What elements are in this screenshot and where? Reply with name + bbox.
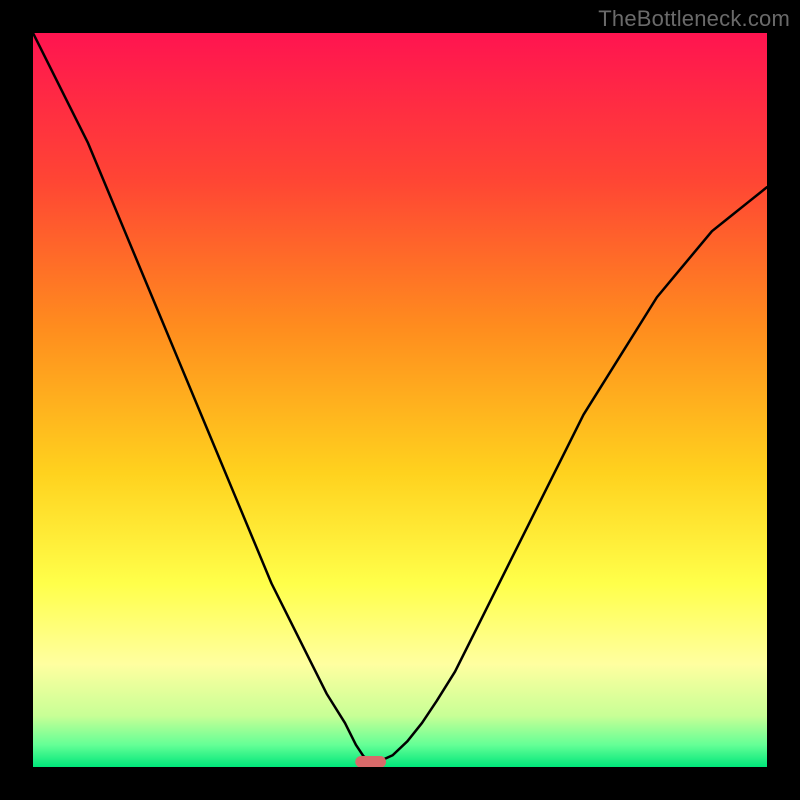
bottleneck-chart	[33, 33, 767, 767]
chart-background	[33, 33, 767, 767]
watermark-text: TheBottleneck.com	[598, 6, 790, 32]
chart-frame: TheBottleneck.com	[0, 0, 800, 800]
optimal-marker	[355, 756, 386, 767]
